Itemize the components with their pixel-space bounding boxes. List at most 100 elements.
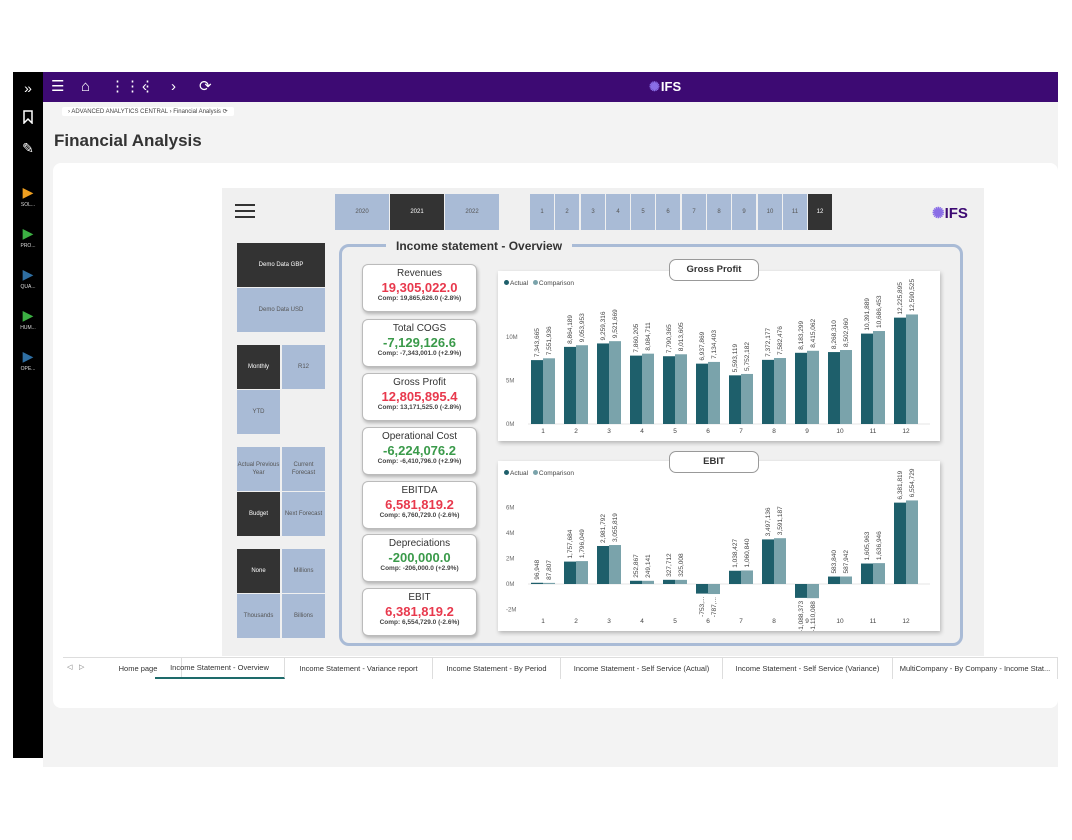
actual-bar[interactable] xyxy=(861,563,873,584)
report-menu-icon[interactable] xyxy=(235,204,255,219)
actual-bar[interactable] xyxy=(828,576,840,584)
comparison-bar[interactable] xyxy=(708,584,720,595)
actual-bar[interactable] xyxy=(762,539,774,584)
units-billions-button[interactable]: Billions xyxy=(282,594,325,638)
rail-item-sol[interactable]: ▶ SOL... xyxy=(13,184,43,208)
comparison-bar[interactable] xyxy=(840,576,852,584)
gross-profit-chart[interactable]: 0M 5M 10M 7,343,665 7,551,936 1 8,864,189 9,053… xyxy=(498,271,940,441)
home-icon[interactable]: ⌂ xyxy=(81,78,90,96)
tab-next-icon[interactable]: ▷ xyxy=(79,663,84,671)
tab-3[interactable]: Income Statement - By Period xyxy=(433,658,561,679)
rail-item-pro[interactable]: ▶ PRO... xyxy=(13,225,43,249)
kpi-card-ebit[interactable]: EBIT 6,381,819.2 Comp: 6,554,729.0 (-2.6%) xyxy=(362,588,477,636)
comparison-bar[interactable] xyxy=(741,373,753,424)
month-10-button[interactable]: 10 xyxy=(758,194,782,230)
month-4-button[interactable]: 4 xyxy=(606,194,630,230)
comparison-bar[interactable] xyxy=(675,579,687,584)
company-usd-button[interactable]: Demo Data USD xyxy=(237,288,325,332)
actual-bar[interactable] xyxy=(795,352,807,424)
actual-bar[interactable] xyxy=(531,360,543,424)
year-2020-button[interactable]: 2020 xyxy=(335,194,389,230)
ytd-button[interactable]: YTD xyxy=(237,390,280,434)
kpi-card-total-cogs[interactable]: Total COGS -7,129,126.6 Comp: -7,343,001.0… xyxy=(362,319,477,367)
month-9-button[interactable]: 9 xyxy=(732,194,756,230)
comparison-bar[interactable] xyxy=(576,561,588,584)
tab-prev-icon[interactable]: ◁ xyxy=(67,663,72,671)
ifs-logo[interactable]: ✺IFS xyxy=(649,79,681,95)
kpi-card-gross-profit[interactable]: Gross Profit 12,805,895.4 Comp: 13,171,525… xyxy=(362,373,477,421)
rail-item-qua[interactable]: ▶ QUA... xyxy=(13,266,43,290)
comparison-bar[interactable] xyxy=(675,354,687,424)
tab-2[interactable]: Income Statement - Variance report xyxy=(285,658,433,679)
year-2021-button[interactable]: 2021 xyxy=(390,194,444,230)
kpi-card-depreciations[interactable]: Depreciations -200,000.0 Comp: -206,000.0 … xyxy=(362,534,477,582)
comparison-bar[interactable] xyxy=(609,545,621,584)
kpi-card-ebitda[interactable]: EBITDA 6,581,819.2 Comp: 6,760,729.0 (-2.6… xyxy=(362,481,477,529)
month-1-button[interactable]: 1 xyxy=(530,194,554,230)
comparison-bar[interactable] xyxy=(543,582,555,584)
actual-bar[interactable] xyxy=(828,352,840,424)
actual-bar[interactable] xyxy=(630,355,642,424)
comparison-bar[interactable] xyxy=(906,314,918,424)
units-millions-button[interactable]: Millions xyxy=(282,549,325,593)
month-5-button[interactable]: 5 xyxy=(631,194,655,230)
comparison-bar[interactable] xyxy=(708,361,720,424)
month-12-button[interactable]: 12 xyxy=(808,194,832,230)
actual-bar[interactable] xyxy=(729,375,741,424)
comparison-bar[interactable] xyxy=(576,345,588,424)
comparison-bar[interactable] xyxy=(642,353,654,424)
monthly-button[interactable]: Monthly xyxy=(237,345,280,389)
month-8-button[interactable]: 8 xyxy=(707,194,731,230)
actual-previous-year-button[interactable]: Actual Previous Year xyxy=(237,447,280,491)
refresh-icon[interactable]: ⟳ xyxy=(199,78,212,96)
forward-icon[interactable]: › xyxy=(171,78,176,96)
tab-5[interactable]: Income Statement - Self Service (Varianc… xyxy=(723,658,893,679)
actual-bar[interactable] xyxy=(861,333,873,424)
comparison-bar[interactable] xyxy=(774,538,786,584)
actual-bar[interactable] xyxy=(729,570,741,584)
ebit-chart[interactable]: -2M 0M 2M 4M 6M 96,948 87,807 1 1,757,684 1,796,0… xyxy=(498,461,940,632)
month-3-button[interactable]: 3 xyxy=(581,194,605,230)
tab-6[interactable]: MultiCompany - By Company - Income Stat.… xyxy=(893,658,1058,679)
comparison-bar[interactable] xyxy=(741,570,753,584)
comparison-bar[interactable] xyxy=(543,358,555,424)
actual-bar[interactable] xyxy=(894,502,906,584)
back-icon[interactable]: ‹ xyxy=(142,78,147,96)
comparison-bar[interactable] xyxy=(642,580,654,584)
comparison-bar[interactable] xyxy=(807,584,819,599)
tab-1[interactable]: Income Statement - Overview xyxy=(155,658,285,679)
actual-bar[interactable] xyxy=(630,580,642,584)
actual-bar[interactable] xyxy=(795,584,807,598)
units-thousands-button[interactable]: Thousands xyxy=(237,594,280,638)
tab-4[interactable]: Income Statement - Self Service (Actual) xyxy=(561,658,723,679)
kpi-card-operational-cost[interactable]: Operational Cost -6,224,076.2 Comp: -6,410… xyxy=(362,427,477,475)
month-2-button[interactable]: 2 xyxy=(555,194,579,230)
actual-bar[interactable] xyxy=(663,356,675,424)
comparison-bar[interactable] xyxy=(609,341,621,424)
month-11-button[interactable]: 11 xyxy=(783,194,807,230)
r12-button[interactable]: R12 xyxy=(282,345,325,389)
next-forecast-button[interactable]: Next Forecast xyxy=(282,492,325,536)
actual-bar[interactable] xyxy=(696,363,708,424)
pencil-icon[interactable]: ✎ xyxy=(13,140,43,156)
actual-bar[interactable] xyxy=(564,561,576,584)
menu-icon[interactable]: ☰ xyxy=(51,78,64,96)
comparison-bar[interactable] xyxy=(774,358,786,424)
apps-grid-icon[interactable]: ⋮⋮⋮ xyxy=(110,78,155,96)
month-6-button[interactable]: 6 xyxy=(656,194,680,230)
year-2022-button[interactable]: 2022 xyxy=(445,194,499,230)
actual-bar[interactable] xyxy=(762,359,774,424)
actual-bar[interactable] xyxy=(564,346,576,424)
actual-bar[interactable] xyxy=(894,317,906,424)
comparison-bar[interactable] xyxy=(873,563,885,584)
actual-bar[interactable] xyxy=(597,343,609,424)
month-7-button[interactable]: 7 xyxy=(682,194,706,230)
comparison-bar[interactable] xyxy=(906,500,918,584)
current-forecast-button[interactable]: Current Forecast xyxy=(282,447,325,491)
company-gbp-button[interactable]: Demo Data GBP xyxy=(237,243,325,287)
actual-bar[interactable] xyxy=(663,579,675,584)
expand-icon[interactable]: » xyxy=(13,80,43,96)
comparison-bar[interactable] xyxy=(807,350,819,424)
comparison-bar[interactable] xyxy=(840,350,852,424)
breadcrumb[interactable]: › ADVANCED ANALYTICS CENTRAL › Financial… xyxy=(62,107,234,116)
